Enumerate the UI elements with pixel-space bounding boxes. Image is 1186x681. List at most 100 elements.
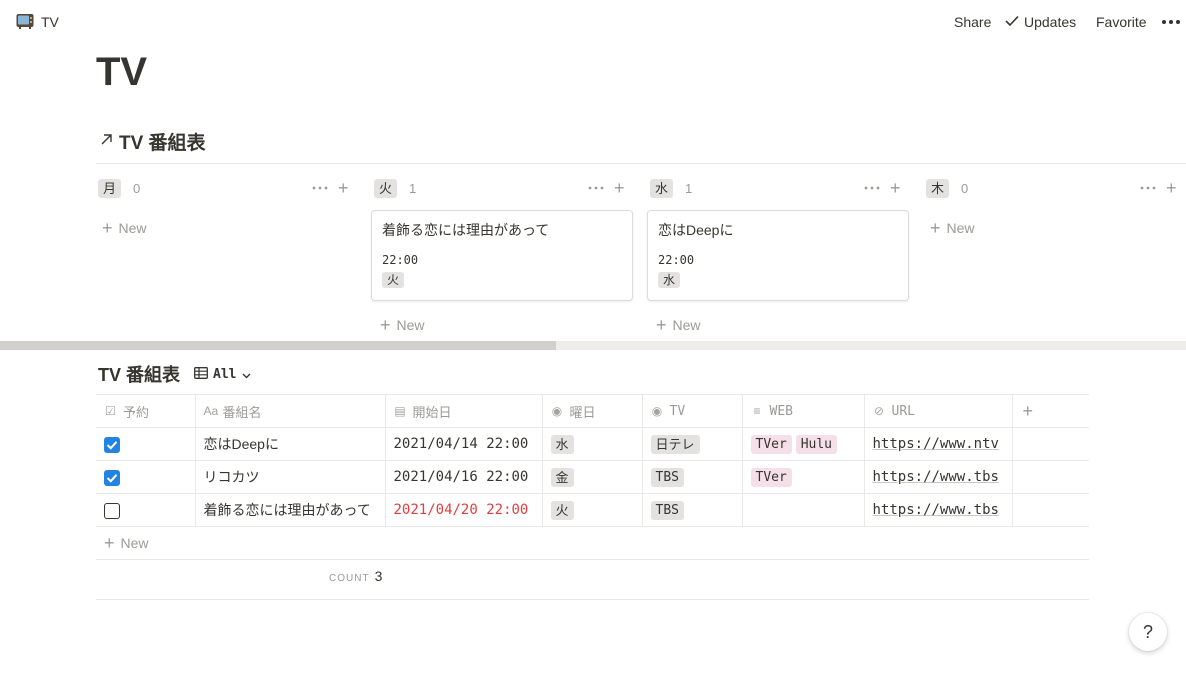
reserved-checkbox-checked[interactable] [104, 436, 120, 453]
tv-tag: 日テレ [650, 434, 700, 454]
column-header-web[interactable]: ≡ WEB [742, 394, 865, 428]
url-link[interactable]: https://www.tbs [873, 502, 999, 518]
breadcrumb-page-title[interactable]: TV [41, 14, 59, 30]
program-name[interactable]: 恋はDeepに [195, 427, 386, 461]
column-label: 水 [650, 178, 674, 198]
column-more-icon[interactable] [1140, 181, 1156, 195]
table-row[interactable]: 着飾る恋には理由があって 2021/04/20 22:00 火 TBS http… [96, 493, 1089, 527]
new-label: New [120, 535, 149, 551]
plus-icon: + [1022, 400, 1034, 421]
view-selector[interactable]: All [194, 367, 250, 382]
board-new-button[interactable]: + New [656, 315, 701, 335]
add-column-button[interactable]: + [1012, 394, 1089, 428]
new-label: New [118, 220, 147, 236]
web-tag: Hulu [795, 434, 838, 454]
chevron-down-icon [242, 367, 251, 382]
tv-tag: TBS [650, 467, 684, 487]
arrow-up-right-icon [100, 133, 113, 151]
column-count: 0 [961, 180, 969, 196]
column-header-name[interactable]: Aa 番組名 [195, 394, 386, 428]
weekday-tag: 火 [550, 500, 574, 520]
column-add-icon[interactable]: + [1166, 179, 1177, 197]
divider [96, 599, 1089, 600]
plus-icon: + [656, 315, 667, 335]
board-column-thursday: 木 0 + + New [926, 176, 1186, 237]
select-icon: ◉ [651, 403, 663, 418]
program-name[interactable]: リコカツ [195, 460, 386, 494]
divider [96, 163, 1186, 164]
card-day-tag: 水 [658, 272, 681, 288]
calculation-count[interactable]: COUNT 3 [329, 568, 382, 584]
column-add-icon[interactable]: + [614, 179, 625, 197]
divider [96, 559, 1089, 560]
column-more-icon[interactable] [588, 181, 604, 195]
start-date[interactable]: 2021/04/14 22:00 [385, 427, 543, 461]
more-options-icon[interactable] [1160, 12, 1184, 32]
horizontal-scrollbar[interactable] [0, 341, 1186, 350]
url-link[interactable]: https://www.tbs [873, 469, 999, 485]
top-bar: TV Share Updates Favorite [0, 0, 1186, 44]
column-header-weekday[interactable]: ◉ 曜日 [542, 394, 643, 428]
card-title: 恋はDeepに [658, 222, 734, 238]
tv-tag: TBS [650, 500, 684, 520]
program-name[interactable]: 着飾る恋には理由があって [195, 493, 386, 527]
column-add-icon[interactable]: + [890, 179, 901, 197]
column-add-icon[interactable]: + [338, 179, 349, 197]
url-link[interactable]: https://www.ntv [873, 436, 999, 452]
table-view-header: TV 番組表 All [98, 361, 251, 387]
web-empty[interactable] [742, 493, 865, 527]
multi-select-icon: ≡ [753, 403, 761, 418]
checkbox-icon: ☑ [105, 403, 116, 418]
link-icon: ⊘ [873, 403, 885, 418]
table-row[interactable]: 恋はDeepに 2021/04/14 22:00 水 日テレ TVer Hulu… [96, 427, 1089, 461]
board-card[interactable]: 着飾る恋には理由があって 22:00 火 [371, 210, 633, 301]
board-new-button[interactable]: + New [102, 218, 147, 238]
board-new-button[interactable]: + New [380, 315, 425, 335]
scrollbar-thumb[interactable] [0, 341, 556, 350]
column-count: 1 [685, 180, 693, 196]
board-new-button[interactable]: + New [930, 219, 975, 237]
select-icon: ◉ [551, 403, 563, 418]
new-label: New [946, 220, 975, 236]
column-label: 木 [926, 178, 950, 198]
column-count: 0 [133, 180, 141, 196]
text-icon: Aa [203, 403, 219, 418]
reserved-checkbox-unchecked[interactable] [104, 502, 120, 519]
table-view-title[interactable]: TV 番組表 [98, 361, 180, 387]
calendar-icon: ▤ [394, 403, 406, 418]
start-date[interactable]: 2021/04/16 22:00 [385, 460, 543, 494]
plus-icon: + [380, 315, 391, 335]
column-header-url[interactable]: ⊘ URL [864, 394, 1013, 428]
plus-icon: + [104, 533, 115, 553]
column-header-reserved[interactable]: ☑ 予約 [96, 394, 196, 428]
share-button[interactable]: Share [954, 14, 991, 30]
table-row[interactable]: リコカツ 2021/04/16 22:00 金 TBS TVer https:/… [96, 460, 1089, 494]
board-card[interactable]: 恋はDeepに 22:00 水 [647, 210, 909, 301]
updates-button[interactable]: Updates [1005, 14, 1076, 30]
card-day-tag: 火 [382, 272, 405, 288]
start-date-overdue[interactable]: 2021/04/20 22:00 [385, 493, 543, 527]
board-column-wednesday: 水 1 + 恋はDeepに 22:00 水 + New [647, 176, 912, 334]
column-label: 月 [98, 178, 122, 198]
page-title: TV [96, 50, 148, 94]
column-header-tv[interactable]: ◉ TV [642, 394, 743, 428]
linked-database-name: TV 番組表 [119, 133, 206, 154]
card-time: 22:00 [658, 253, 695, 267]
column-more-icon[interactable] [864, 181, 880, 195]
checkmark-icon [1005, 14, 1019, 30]
favorite-button[interactable]: Favorite [1096, 14, 1147, 30]
new-label: New [396, 317, 425, 333]
column-header-start-date[interactable]: ▤ 開始日 [385, 394, 543, 428]
card-time: 22:00 [382, 253, 419, 267]
help-button[interactable]: ? [1129, 613, 1167, 651]
table-new-button[interactable]: + New [104, 533, 149, 553]
column-count: 1 [409, 180, 417, 196]
plus-icon: + [102, 218, 113, 238]
linked-database-title[interactable]: TV 番組表 [100, 128, 206, 155]
column-more-icon[interactable] [312, 181, 328, 195]
web-tag: TVer [750, 467, 792, 487]
table-header-row: ☑ 予約 Aa 番組名 ▤ 開始日 ◉ 曜日 ◉ TV ≡ WEB ⊘ URL + [96, 394, 1089, 428]
reserved-checkbox-checked[interactable] [104, 469, 120, 486]
view-name: All [213, 366, 237, 382]
board-column-monday: 月 0 + + New [98, 176, 360, 237]
